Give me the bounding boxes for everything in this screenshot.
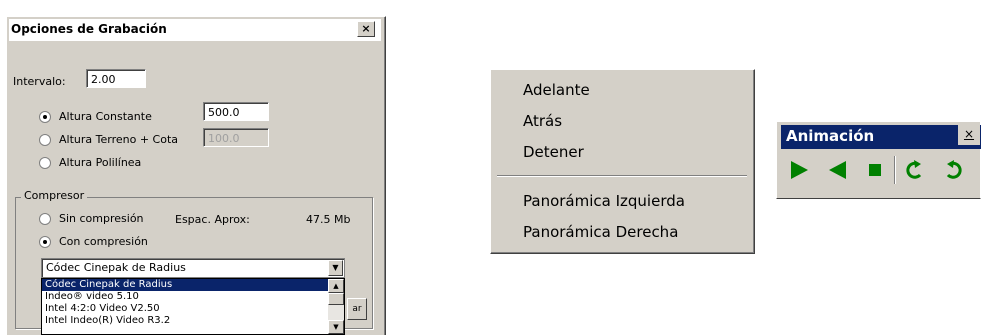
scroll-down-icon[interactable]: ▼: [328, 320, 344, 334]
espac-aprox-label: Espac. Aprox:: [175, 213, 250, 226]
animation-toolbar-window: Animación ×: [776, 121, 981, 199]
dialog-titlebar: Opciones de Grabación ×: [9, 19, 381, 41]
toolbar-title: Animación: [786, 127, 875, 145]
codec-option[interactable]: Indeo® video 5.10: [42, 291, 344, 303]
menu-item-atras[interactable]: Atrás: [523, 112, 562, 130]
reverse-icon[interactable]: [825, 158, 849, 182]
altura-terreno-input: 100.0: [203, 128, 269, 147]
espac-aprox-value: 47.5 Mb: [306, 213, 351, 226]
altura-constante-label: Altura Constante: [59, 110, 152, 123]
altura-terreno-radio[interactable]: [39, 134, 51, 146]
sin-compresion-label: Sin compresión: [59, 212, 144, 225]
navigation-context-menu: Adelante Atrás Detener Panorámica Izquie…: [490, 69, 755, 254]
codec-select-value: Códec Cinepak de Radius: [46, 261, 186, 274]
menu-item-panoramica-derecha[interactable]: Panorámica Derecha: [523, 223, 678, 241]
scroll-thumb[interactable]: [328, 293, 344, 305]
chevron-down-icon[interactable]: ▼: [328, 260, 343, 276]
menu-separator: [497, 175, 747, 177]
dialog-title: Opciones de Grabación: [11, 22, 167, 36]
compresor-group-title: Compresor: [21, 189, 88, 202]
rotate-left-icon[interactable]: [941, 158, 965, 182]
interval-input[interactable]: 2.00: [86, 69, 146, 88]
play-icon[interactable]: [787, 158, 811, 182]
altura-constante-radio[interactable]: [39, 111, 51, 123]
codec-option[interactable]: Intel 4:2:0 Video V2.50: [42, 303, 344, 315]
codec-select[interactable]: Códec Cinepak de Radius ▼: [41, 258, 345, 278]
stop-icon[interactable]: [863, 158, 887, 182]
menu-item-detener[interactable]: Detener: [523, 143, 584, 161]
dropdown-scrollbar[interactable]: ▲ ▼: [328, 279, 344, 334]
sin-compresion-radio[interactable]: [39, 213, 51, 225]
partial-button[interactable]: ar: [347, 298, 367, 320]
recording-options-dialog: Opciones de Grabación × Intervalo: 2.00 …: [6, 16, 386, 335]
dialog-close-button[interactable]: ×: [357, 21, 375, 37]
codec-dropdown-list: Códec Cinepak de Radius Indeo® video 5.1…: [41, 278, 345, 335]
altura-constante-input[interactable]: 500.0: [203, 102, 269, 121]
toolbar-titlebar: Animación: [781, 125, 981, 149]
interval-label: Intervalo:: [13, 75, 66, 88]
menu-item-panoramica-izquierda[interactable]: Panorámica Izquierda: [523, 192, 685, 210]
con-compresion-label: Con compresión: [59, 235, 148, 248]
codec-option[interactable]: Intel Indeo(R) Video R3.2: [42, 315, 344, 327]
altura-terreno-label: Altura Terreno + Cota: [59, 133, 178, 146]
altura-polilinea-label: Altura Polilínea: [59, 156, 142, 169]
codec-option[interactable]: Códec Cinepak de Radius: [42, 279, 328, 291]
scroll-up-icon[interactable]: ▲: [328, 279, 344, 293]
toolbar-separator: [894, 156, 896, 184]
altura-polilinea-radio[interactable]: [39, 157, 51, 169]
menu-item-adelante[interactable]: Adelante: [523, 81, 590, 99]
con-compresion-radio[interactable]: [39, 236, 51, 248]
toolbar-close-button[interactable]: ×: [958, 125, 980, 145]
rotate-right-icon[interactable]: [903, 158, 927, 182]
